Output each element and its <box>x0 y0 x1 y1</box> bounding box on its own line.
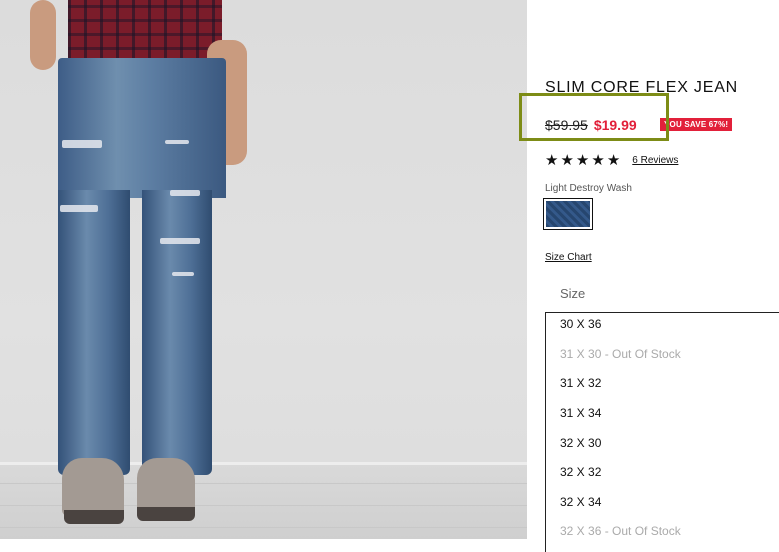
size-option[interactable]: 30 X 36 <box>560 317 601 331</box>
left-hand <box>30 0 56 70</box>
star-icon: ★ <box>545 152 559 169</box>
jeans-left-leg <box>58 190 130 475</box>
size-option[interactable]: 31 X 32 <box>560 376 601 390</box>
color-swatch[interactable] <box>543 198 593 230</box>
star-icon: ★ <box>560 152 574 169</box>
star-icon: ★ <box>575 152 590 169</box>
size-chart-link[interactable]: Size Chart <box>545 252 592 263</box>
left-shoe <box>62 458 124 516</box>
star-icon: ★ <box>606 152 621 169</box>
color-name: Light Destroy Wash <box>545 183 632 194</box>
size-option[interactable]: 32 X 34 <box>560 495 601 509</box>
size-option: 32 X 36 - Out Of Stock <box>560 524 681 538</box>
size-option[interactable]: 32 X 30 <box>560 436 601 450</box>
jeans-right-leg <box>142 190 212 475</box>
rating: ★ ★ ★ ★ ★ 6 Reviews <box>545 153 678 168</box>
star-icon: ★ <box>591 152 605 169</box>
size-label: Size <box>560 286 586 301</box>
reviews-link[interactable]: 6 Reviews <box>632 155 678 166</box>
product-image <box>0 0 527 539</box>
right-shoe <box>137 458 195 513</box>
size-option[interactable]: 32 X 32 <box>560 465 601 479</box>
size-option[interactable]: 31 X 34 <box>560 406 601 420</box>
size-option: 31 X 30 - Out Of Stock <box>560 347 681 361</box>
price-highlight-box <box>519 93 669 141</box>
jeans-waist <box>58 58 226 198</box>
save-badge: YOU SAVE 67%! <box>660 118 733 131</box>
